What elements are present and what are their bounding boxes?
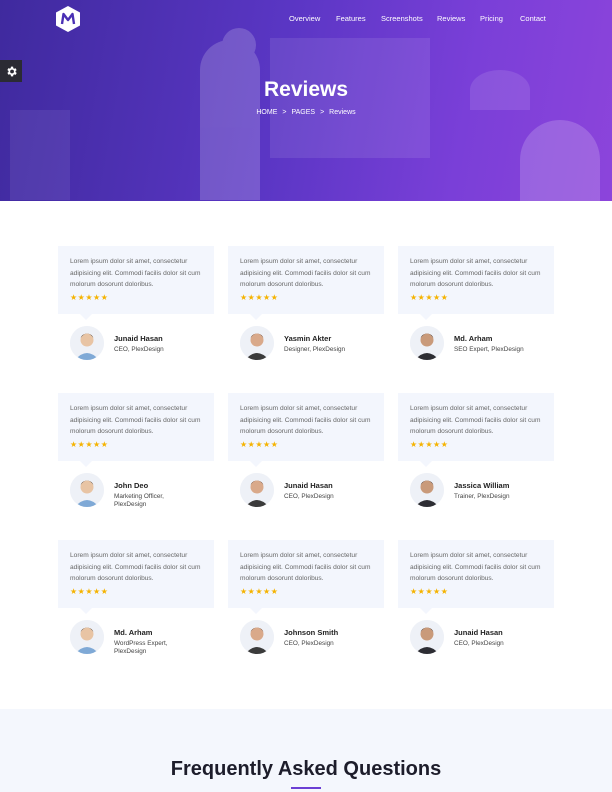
review-text: Lorem ipsum dolor sit amet, consectetur … (240, 552, 371, 582)
reviewer-name: Junaid Hasan (114, 334, 163, 343)
card-pointer (420, 314, 432, 320)
avatar (70, 473, 104, 507)
logo-icon[interactable] (56, 6, 80, 32)
breadcrumb: HOME > PAGES > Reviews (0, 109, 612, 116)
breadcrumb-separator: > (320, 109, 325, 116)
review-text: Lorem ipsum dolor sit amet, consectetur … (410, 405, 541, 435)
star-rating: ★★★★★ (70, 293, 109, 302)
reviewer-name: John Deo (114, 481, 149, 490)
card-pointer (420, 608, 432, 614)
gear-icon (6, 66, 17, 76)
card-pointer (80, 608, 92, 614)
breadcrumb-separator: > (282, 109, 287, 116)
card-pointer (80, 461, 92, 467)
star-rating: ★★★★★ (240, 293, 279, 302)
review-card: Lorem ipsum dolor sit amet, consectetur … (58, 393, 214, 467)
review-card: Lorem ipsum dolor sit amet, consectetur … (58, 246, 214, 320)
reviewer-role: Marketing Officer, PlexDesign (114, 493, 164, 508)
faq-title: Frequently Asked Questions (170, 758, 442, 780)
avatar (240, 473, 274, 507)
star-rating: ★★★★★ (70, 440, 109, 449)
review-card: Lorem ipsum dolor sit amet, consectetur … (58, 540, 214, 614)
reviewer-name: Yasmin Akter (284, 334, 332, 343)
reviewer-name: Junaid Hasan (454, 628, 503, 637)
title-underline (291, 787, 321, 789)
review-card: Lorem ipsum dolor sit amet, consectetur … (398, 393, 554, 467)
nav-screenshots[interactable]: Screenshots (381, 14, 423, 23)
star-rating: ★★★★★ (240, 587, 279, 596)
breadcrumb-current: Reviews (329, 109, 356, 116)
reviewer-role: Designer, PlexDesign (284, 346, 346, 353)
breadcrumb-pages[interactable]: PAGES (291, 109, 315, 116)
star-rating: ★★★★★ (410, 587, 449, 596)
review-text: Lorem ipsum dolor sit amet, consectetur … (240, 258, 371, 288)
avatar (410, 326, 444, 360)
review-card: Lorem ipsum dolor sit amet, consectetur … (398, 246, 554, 320)
avatar (410, 620, 444, 654)
breadcrumb-home[interactable]: HOME (256, 109, 277, 116)
avatar (70, 620, 104, 654)
review-card: Lorem ipsum dolor sit amet, consectetur … (228, 246, 384, 320)
hero-banner: Overview Features Screenshots Reviews Pr… (0, 0, 612, 201)
card-pointer (80, 314, 92, 320)
avatar (240, 620, 274, 654)
nav-features[interactable]: Features (336, 14, 366, 23)
review-text: Lorem ipsum dolor sit amet, consectetur … (70, 405, 201, 435)
reviewer-name: Johnson Smith (284, 628, 339, 637)
review-text: Lorem ipsum dolor sit amet, consectetur … (410, 258, 541, 288)
star-rating: ★★★★★ (410, 293, 449, 302)
card-pointer (250, 608, 262, 614)
avatar (410, 473, 444, 507)
card-pointer (250, 314, 262, 320)
nav-contact[interactable]: Contact (520, 14, 546, 23)
reviewer-name: Junaid Hasan (284, 481, 333, 490)
nav-reviews[interactable]: Reviews (437, 14, 465, 23)
star-rating: ★★★★★ (410, 440, 449, 449)
reviewer-role: CEO, PlexDesign (284, 493, 334, 500)
avatar (70, 326, 104, 360)
reviewer-role: WordPress Expert, PlexDesign (114, 640, 168, 655)
nav-overview[interactable]: Overview (289, 14, 320, 23)
page-title: Reviews (263, 78, 349, 101)
review-text: Lorem ipsum dolor sit amet, consectetur … (240, 405, 371, 435)
star-rating: ★★★★★ (240, 440, 279, 449)
faq-section: Frequently Asked Questions (0, 709, 612, 792)
review-text: Lorem ipsum dolor sit amet, consectetur … (70, 258, 201, 288)
card-pointer (250, 461, 262, 467)
reviewer-name: Md. Arham (454, 334, 493, 343)
reviewer-role: Trainer, PlexDesign (454, 493, 510, 500)
reviewer-role: CEO, PlexDesign (284, 640, 334, 647)
review-card: Lorem ipsum dolor sit amet, consectetur … (228, 540, 384, 614)
review-card: Lorem ipsum dolor sit amet, consectetur … (228, 393, 384, 467)
review-text: Lorem ipsum dolor sit amet, consectetur … (70, 552, 201, 582)
settings-button[interactable] (0, 60, 22, 82)
reviewer-name: Md. Arham (114, 628, 153, 637)
reviewer-role: SEO Expert, PlexDesign (454, 346, 524, 353)
star-rating: ★★★★★ (70, 587, 109, 596)
card-pointer (420, 461, 432, 467)
review-text: Lorem ipsum dolor sit amet, consectetur … (410, 552, 541, 582)
reviewer-role: CEO, PlexDesign (114, 346, 164, 353)
reviewer-name: Jassica William (454, 481, 510, 490)
reviewer-role: CEO, PlexDesign (454, 640, 504, 647)
nav-pricing[interactable]: Pricing (480, 14, 503, 23)
review-card: Lorem ipsum dolor sit amet, consectetur … (398, 540, 554, 614)
avatar (240, 326, 274, 360)
